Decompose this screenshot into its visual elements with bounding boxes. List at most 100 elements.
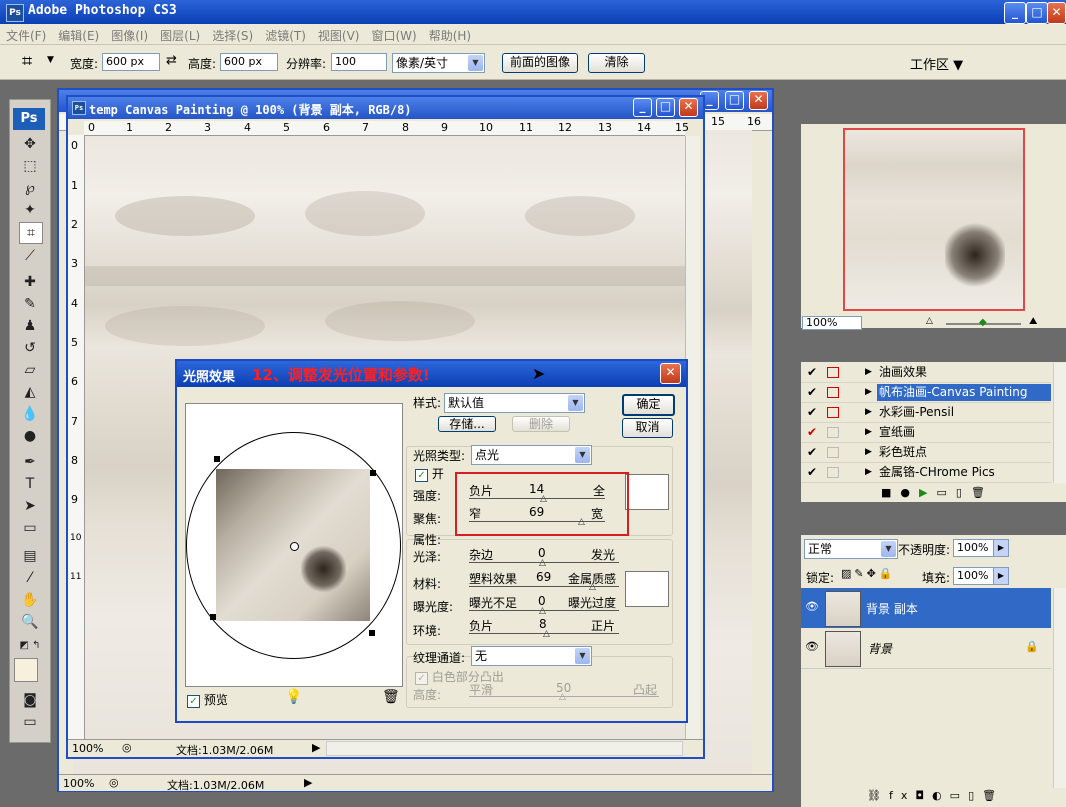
status-arrow-icon[interactable]: ▶ <box>304 776 312 789</box>
layer-row-selected[interactable]: 👁 背景 副本 <box>801 588 1051 628</box>
texture-channel-select[interactable]: 无 ▼ <box>471 646 592 666</box>
light-handle[interactable] <box>369 630 375 636</box>
expand-triangle-icon[interactable]: ▶ <box>865 443 872 462</box>
zoom-in-icon[interactable]: ⛰ <box>1029 316 1037 327</box>
height-input[interactable]: 600 px <box>220 53 278 71</box>
action-row[interactable]: ✔ ▶ 宣纸画 <box>801 423 1051 443</box>
dialog-toggle-icon[interactable] <box>827 367 839 378</box>
checkmark-icon[interactable]: ✔ <box>807 403 817 422</box>
light-type-select[interactable]: 点光 ▼ <box>471 445 592 465</box>
light-on-checkbox[interactable]: ✓ 开 <box>415 465 444 482</box>
brush-tool-icon[interactable]: ✎ <box>19 294 41 314</box>
expand-triangle-icon[interactable]: ▶ <box>865 423 872 442</box>
dodge-tool-icon[interactable]: ● <box>19 426 41 446</box>
eraser-tool-icon[interactable]: ▱ <box>19 360 41 380</box>
play-icon[interactable]: ▶ <box>919 486 936 499</box>
front-doc-minimize-button[interactable]: _ <box>633 98 652 117</box>
light-preview-area[interactable] <box>185 403 403 687</box>
actions-scrollbar[interactable] <box>1053 363 1066 483</box>
dialog-toggle-icon[interactable] <box>827 467 839 478</box>
lock-pixels-icon[interactable]: ✎ <box>854 567 866 580</box>
status-info-icon[interactable]: ◎ <box>109 776 119 789</box>
light-handle[interactable] <box>370 470 376 476</box>
magic-wand-tool-icon[interactable]: ✦ <box>19 200 41 220</box>
gloss-slider-thumb[interactable]: △ <box>539 558 546 568</box>
menu-help[interactable]: 帮助(H) <box>423 24 477 44</box>
back-doc-maximize-button[interactable]: □ <box>725 91 744 110</box>
resolution-input[interactable]: 100 <box>331 53 387 71</box>
light-bulb-icon[interactable]: 💡 <box>285 689 302 705</box>
menu-filter[interactable]: 滤镜(T) <box>259 24 312 44</box>
width-input[interactable]: 600 px <box>102 53 160 71</box>
checkmark-icon[interactable]: ✔ <box>807 443 817 462</box>
blur-tool-icon[interactable]: 💧 <box>19 404 41 424</box>
move-tool-icon[interactable]: ✥ <box>19 134 41 154</box>
light-handle[interactable] <box>210 614 216 620</box>
ambience-slider-thumb[interactable]: △ <box>543 629 550 639</box>
clone-stamp-tool-icon[interactable]: ♟ <box>19 316 41 336</box>
cancel-button[interactable]: 取消 <box>622 418 673 438</box>
front-doc-close-button[interactable]: ✕ <box>679 98 698 117</box>
slice-tool-icon[interactable]: ⟋ <box>19 246 41 266</box>
checkmark-icon[interactable]: ✔ <box>807 363 817 382</box>
foreground-color-swatch[interactable] <box>14 658 38 682</box>
ambient-color-swatch[interactable] <box>625 571 669 607</box>
material-slider-thumb[interactable]: △ <box>589 582 596 592</box>
ok-button[interactable]: 确定 <box>622 394 675 416</box>
trash-icon[interactable]: 🗑 <box>382 689 400 705</box>
minimize-button[interactable]: _ <box>1004 2 1026 24</box>
expand-triangle-icon[interactable]: ▶ <box>865 383 872 402</box>
notes-tool-icon[interactable]: ▤ <box>19 546 41 566</box>
close-button[interactable]: ✕ <box>1047 2 1066 24</box>
navigator-zoom-input[interactable]: 100% <box>802 316 862 330</box>
stop-icon[interactable]: ■ <box>881 486 900 499</box>
eyedropper-tool-icon[interactable]: ⁄ <box>19 568 41 588</box>
workspace-menu[interactable]: 工作区 ▼ <box>910 54 963 73</box>
lock-transparency-icon[interactable]: ▨ <box>841 567 854 580</box>
front-doc-zoom[interactable]: 100% <box>72 742 103 755</box>
zoom-tool-icon[interactable]: 🔍 <box>19 612 41 632</box>
fill-arrow-icon[interactable]: ▶ <box>993 567 1009 585</box>
adjustment-layer-icon[interactable]: ◐ <box>932 789 950 802</box>
back-doc-zoom[interactable]: 100% <box>63 777 94 790</box>
delete-icon[interactable]: 🗑 <box>971 486 994 499</box>
height-slider-thumb[interactable]: △ <box>559 692 566 702</box>
type-tool-icon[interactable]: T <box>19 474 41 494</box>
front-doc-maximize-button[interactable]: □ <box>656 98 675 117</box>
light-center-handle[interactable] <box>290 542 299 551</box>
dialog-toggle-icon[interactable] <box>827 387 839 398</box>
maximize-button[interactable]: □ <box>1026 2 1048 24</box>
menu-edit[interactable]: 编辑(E) <box>52 24 105 44</box>
expand-triangle-icon[interactable]: ▶ <box>865 463 872 482</box>
opacity-arrow-icon[interactable]: ▶ <box>993 539 1009 557</box>
new-action-icon[interactable]: ▯ <box>956 486 971 499</box>
paint-bucket-tool-icon[interactable]: ◭ <box>19 382 41 402</box>
front-doc-horizontal-scrollbar[interactable] <box>326 741 683 756</box>
new-layer-icon[interactable]: ▯ <box>968 789 982 802</box>
quick-mask-icon[interactable]: ◙ <box>19 690 41 710</box>
layer-row[interactable]: 👁 背景 🔒 <box>801 628 1051 669</box>
screen-mode-icon[interactable]: ▭ <box>19 712 41 732</box>
path-selection-tool-icon[interactable]: ➤ <box>19 496 41 516</box>
opacity-input[interactable]: 100% <box>953 539 997 557</box>
light-color-swatch[interactable] <box>625 474 669 510</box>
delete-style-button[interactable]: 删除 <box>512 416 570 432</box>
front-image-button[interactable]: 前面的图像 <box>502 53 578 73</box>
light-handle[interactable] <box>214 456 220 462</box>
dialog-toggle-icon[interactable] <box>827 427 839 438</box>
tool-preset-dropdown[interactable]: ▼ <box>47 55 54 65</box>
healing-brush-tool-icon[interactable]: ✚ <box>19 272 41 292</box>
checkmark-icon[interactable]: ✔ <box>807 383 817 402</box>
blend-mode-select[interactable]: 正常 ▼ <box>804 539 898 559</box>
menu-view[interactable]: 视图(V) <box>312 24 366 44</box>
pen-tool-icon[interactable]: ✒ <box>19 452 41 472</box>
record-icon[interactable]: ● <box>900 486 919 499</box>
history-brush-tool-icon[interactable]: ↺ <box>19 338 41 358</box>
save-style-button[interactable]: 存储... <box>438 416 496 432</box>
preview-checkbox[interactable]: ✓ 预览 <box>187 691 228 708</box>
fill-input[interactable]: 100% <box>953 567 997 585</box>
link-layers-icon[interactable]: ⛓ <box>867 789 889 802</box>
zoom-slider-thumb[interactable]: ◆ <box>979 317 987 328</box>
exposure-slider-thumb[interactable]: △ <box>539 606 546 616</box>
status-arrow-icon[interactable]: ▶ <box>312 741 320 754</box>
